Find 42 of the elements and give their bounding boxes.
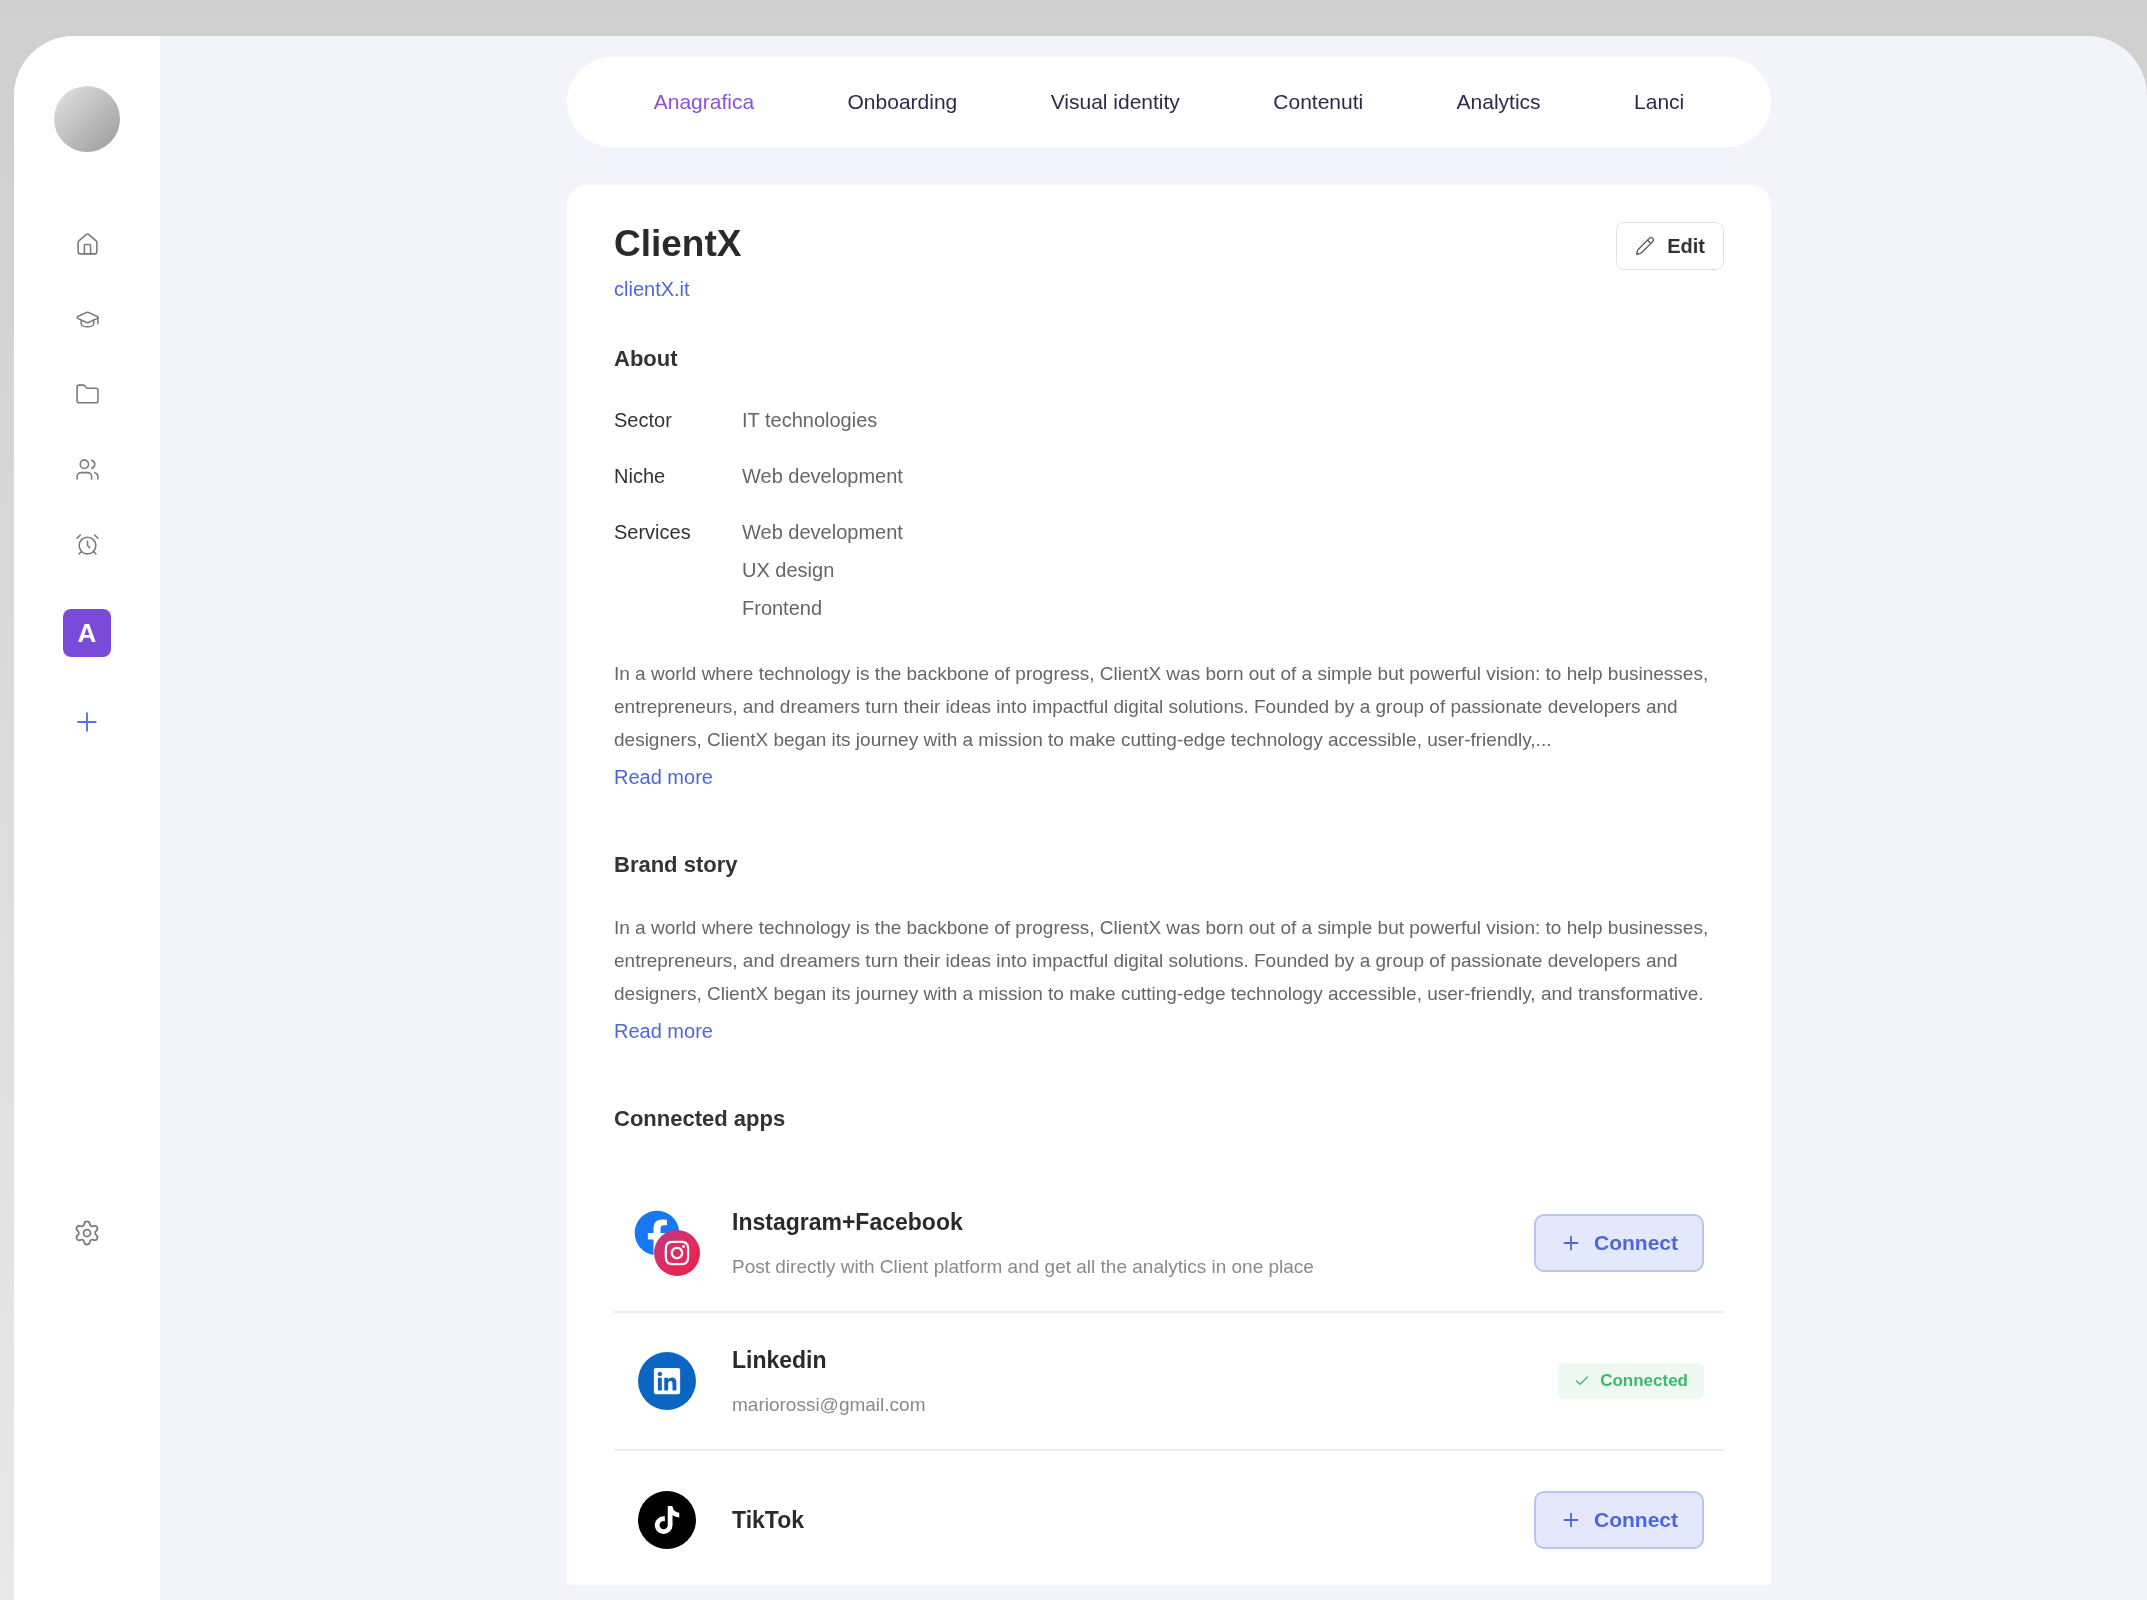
workspace-badge[interactable]: A (63, 609, 111, 657)
folder-icon[interactable] (74, 382, 100, 407)
connected-badge: Connected (1558, 1363, 1704, 1399)
pencil-icon (1635, 236, 1656, 256)
brand-story-text: In a world where technology is the backbone of progress, ClientX was born out of a simple but powerful vision: to help businesses, entrepreneurs, and dreamers turn their ideas into impactful digital solutions. Founded by a group of passionate developers and designers, ClientX began its journey with a mission to make cutting-edge technology accessible, user-friendly, and transformative. (614, 916, 1710, 1006)
alarm-clock-icon[interactable] (74, 532, 100, 557)
tab[interactable]: Contenuti (1273, 86, 1364, 118)
tab[interactable]: Onboarding (847, 86, 958, 118)
field-label: Niche (614, 464, 667, 489)
field-value: UX design (742, 558, 836, 583)
section-heading: About (614, 345, 679, 373)
settings-icon[interactable] (73, 1219, 101, 1247)
read-more-link[interactable]: Read more (614, 1016, 713, 1046)
app-name: Linkedin (732, 1345, 828, 1375)
app-name: Instagram+Facebook (732, 1207, 964, 1237)
read-more-link[interactable]: Read more (614, 762, 713, 792)
field-value: Frontend (742, 596, 824, 621)
client-name: ClientX (614, 222, 742, 266)
tab[interactable]: Anagrafica (653, 86, 755, 118)
facebook-instagram-icon (634, 1210, 700, 1276)
tab[interactable]: Lanci (1634, 86, 1685, 118)
section-heading: Brand story (614, 851, 739, 879)
field-value: Web development (742, 464, 903, 489)
users-icon[interactable] (74, 457, 100, 482)
connect-button[interactable]: Connect (1534, 1491, 1704, 1549)
about-text: In a world where technology is the backbone of progress, ClientX was born out of a simple but powerful vision: to help businesses, entrepreneurs, and dreamers turn their ideas into impactful digital solutions. Founded by a group of passionate developers and designers, ClientX began its journey with a mission to make cutting-edge technology accessible, user-friendly,... (614, 662, 1710, 752)
tiktok-icon (638, 1491, 696, 1549)
home-icon[interactable] (74, 232, 100, 257)
field-value: Web development (742, 520, 903, 545)
tab[interactable]: Analytics (1456, 86, 1541, 118)
website-link[interactable]: clientX.it (614, 274, 690, 304)
field-label: Services (614, 520, 692, 545)
tab[interactable]: Visual identity (1050, 86, 1180, 118)
connect-button[interactable]: Connect (1534, 1214, 1704, 1272)
edit-button[interactable]: Edit (1616, 222, 1724, 270)
section-heading: Connected apps (614, 1105, 787, 1133)
field-label: Sector (614, 408, 673, 433)
app-detail: Post directly with Client platform and get all the analytics in one place (732, 1255, 1315, 1279)
app-detail: mariorossi@gmail.com (732, 1393, 927, 1417)
linkedin-icon (638, 1352, 696, 1410)
field-value: IT technologies (742, 408, 878, 433)
app-name: TikTok (732, 1505, 805, 1535)
